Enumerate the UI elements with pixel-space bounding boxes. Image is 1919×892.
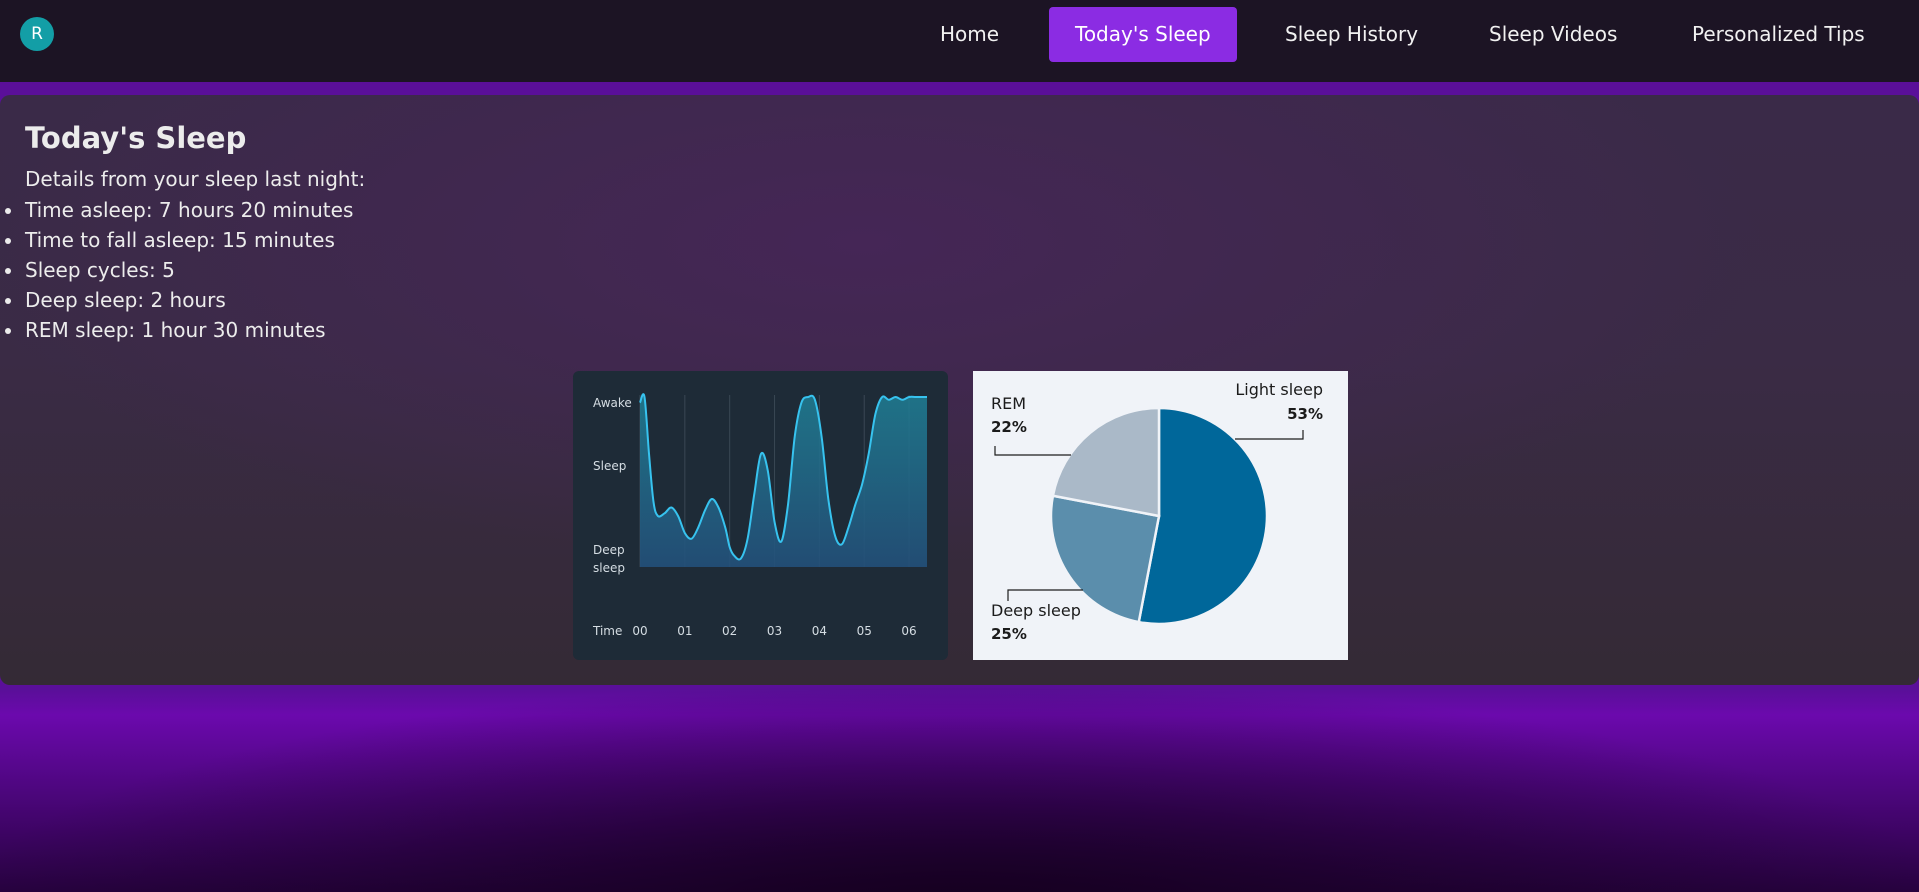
pie-value-deep-sleep: 25% bbox=[991, 625, 1027, 643]
hypnogram-chart: Awake Sleep Deep sleep Time 00 01 02 03 04 05 0… bbox=[592, 393, 927, 638]
pie-slice-rem bbox=[1051, 406, 1161, 518]
pie-label-rem: REM bbox=[991, 394, 1026, 413]
list-item-sleep-cycles: Sleep cycles: 5 bbox=[0, 255, 353, 285]
intro-text: Details from your sleep last night: bbox=[25, 167, 366, 191]
list-item-time-asleep: Time asleep: 7 hours 20 minutes bbox=[0, 195, 353, 225]
nav-sleep-videos[interactable]: Sleep Videos bbox=[1463, 7, 1643, 62]
y-label-deep-sleep: Deep sleep bbox=[593, 543, 625, 575]
list-item-time-to-fall-asleep: Time to fall asleep: 15 minutes bbox=[0, 225, 353, 255]
nav-sleep-history[interactable]: Sleep History bbox=[1259, 7, 1444, 62]
leader-line-light-sleep bbox=[1235, 430, 1304, 440]
hypnogram-chart-card: Awake Sleep Deep sleep Time 00 01 02 03 04 05 0… bbox=[573, 371, 948, 660]
nav-home[interactable]: Home bbox=[914, 7, 1025, 62]
todays-sleep-panel: Today's Sleep Details from your sleep la… bbox=[0, 95, 1919, 685]
page-title: Today's Sleep bbox=[25, 121, 247, 155]
list-item-rem-sleep: REM sleep: 1 hour 30 minutes bbox=[0, 315, 353, 345]
x-tick-label: 05 bbox=[857, 624, 872, 638]
nav-todays-sleep[interactable]: Today's Sleep bbox=[1049, 7, 1237, 62]
y-label-awake: Awake bbox=[593, 396, 632, 410]
leader-line-rem bbox=[994, 446, 1071, 456]
nav-personalized-tips[interactable]: Personalized Tips bbox=[1666, 7, 1891, 62]
sleep-stages-pie-chart: Light sleep 53% REM 22% Deep sleep 25% bbox=[991, 380, 1323, 643]
avatar[interactable]: R bbox=[20, 17, 54, 51]
x-axis-label: Time bbox=[592, 624, 622, 638]
pie-value-light-sleep: 53% bbox=[1287, 405, 1323, 423]
x-tick-label: 02 bbox=[722, 624, 737, 638]
hypnogram-area bbox=[640, 394, 927, 567]
sleep-stages-pie-card: Light sleep 53% REM 22% Deep sleep 25% bbox=[973, 371, 1348, 660]
pie-label-light-sleep: Light sleep bbox=[1235, 380, 1323, 399]
pie-value-rem: 22% bbox=[991, 418, 1027, 436]
x-tick-label: 00 bbox=[632, 624, 647, 638]
pie-label-deep-sleep: Deep sleep bbox=[991, 601, 1081, 620]
x-tick-label: 03 bbox=[767, 624, 782, 638]
sleep-details-list: Time asleep: 7 hours 20 minutes Time to … bbox=[0, 195, 353, 345]
x-tick-label: 06 bbox=[901, 624, 916, 638]
x-tick-label: 04 bbox=[812, 624, 827, 638]
x-tick-label: 01 bbox=[677, 624, 692, 638]
leader-line-deep-sleep bbox=[1007, 589, 1083, 601]
top-navigation-bar: R Home Today's Sleep Sleep History Sleep… bbox=[0, 0, 1919, 82]
list-item-deep-sleep: Deep sleep: 2 hours bbox=[0, 285, 353, 315]
y-label-sleep: Sleep bbox=[593, 459, 626, 473]
